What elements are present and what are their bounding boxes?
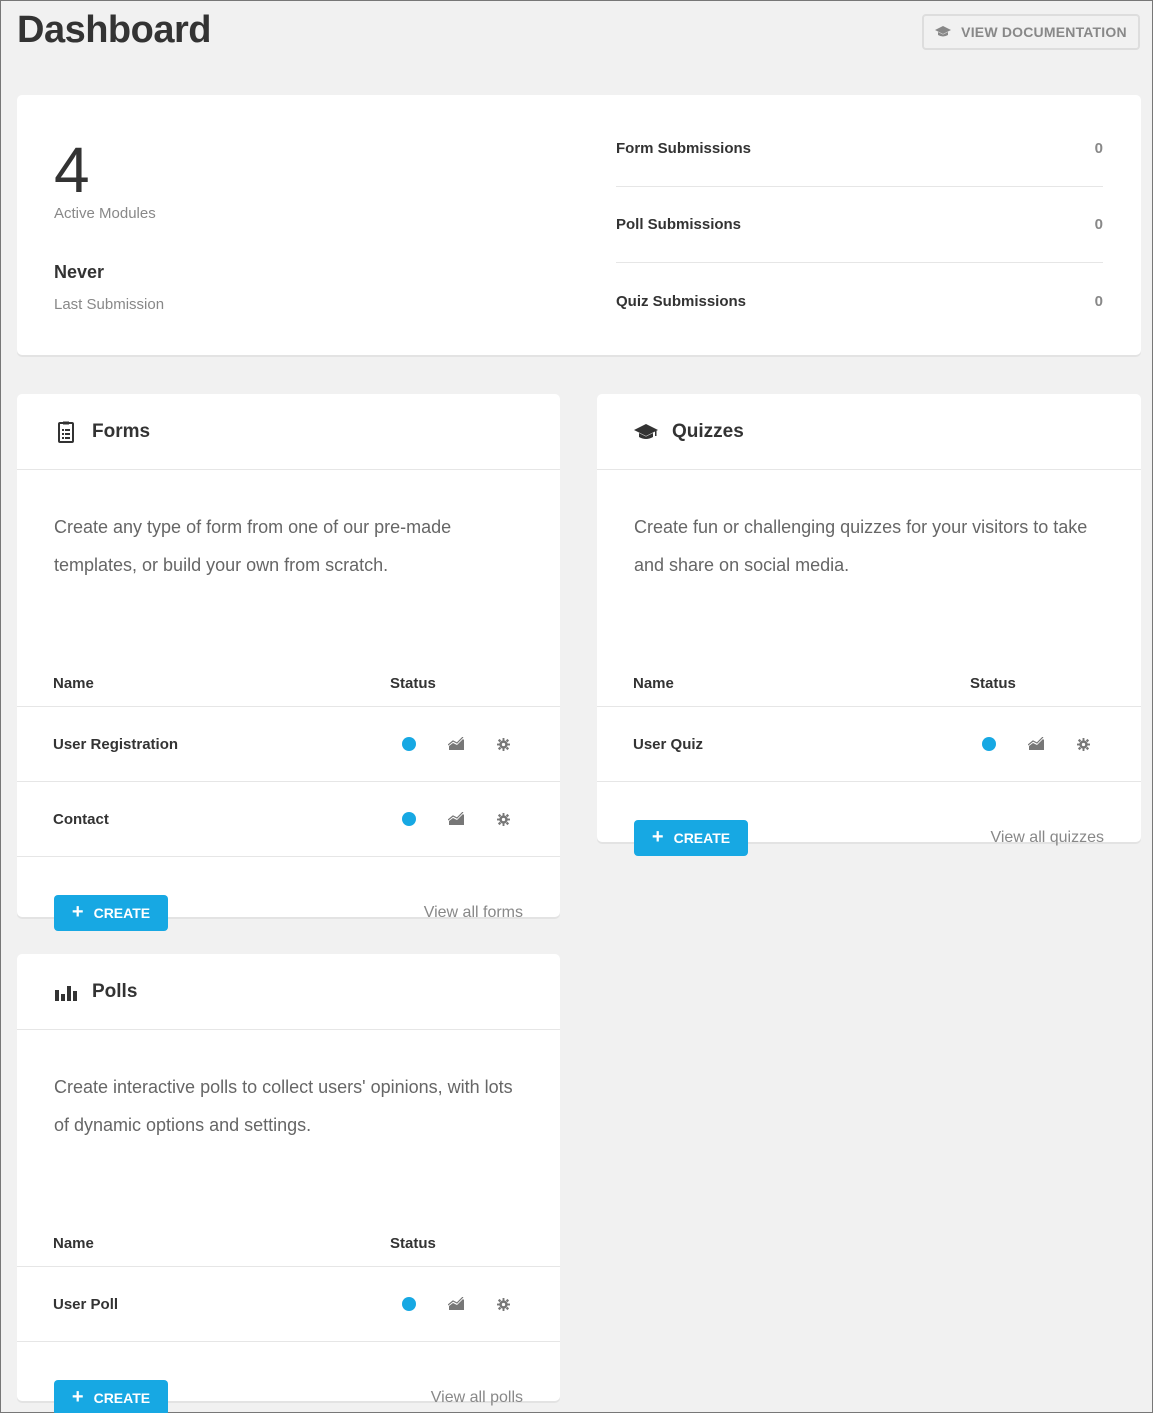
chart-icon[interactable] [448, 1297, 465, 1311]
status-dot-icon[interactable] [402, 737, 416, 751]
stat-label: Quiz Submissions [616, 292, 747, 310]
graduation-cap-icon [634, 423, 658, 439]
table-row: User Poll [17, 1267, 560, 1342]
create-label: CREATE [673, 830, 731, 846]
polls-card: Polls Create interactive polls to collec… [17, 954, 560, 1413]
stat-label: Form Submissions [616, 140, 752, 157]
forms-footer: + CREATE View all forms [17, 857, 560, 969]
create-label: CREATE [93, 905, 151, 921]
create-quiz-button[interactable]: + CREATE [634, 820, 748, 856]
col-status: Status [390, 1235, 436, 1252]
polls-footer: + CREATE View all polls [17, 1342, 560, 1413]
stat-row-quizzes: Quiz Submissions 0 [616, 263, 1103, 339]
col-status: Status [970, 675, 1016, 692]
plus-icon: + [71, 1386, 84, 1408]
row-name: User Quiz [633, 735, 704, 753]
col-status: Status [390, 675, 436, 692]
chart-icon[interactable] [448, 737, 465, 751]
bar-chart-icon [55, 985, 77, 1001]
forms-card: Forms Create any type of form from one o… [17, 394, 560, 931]
forms-title: Forms [92, 420, 151, 442]
gear-icon[interactable] [497, 1297, 510, 1311]
quizzes-footer: + CREATE View all quizzes [597, 782, 1141, 894]
polls-title: Polls [92, 980, 138, 1002]
chart-icon[interactable] [1028, 737, 1045, 751]
active-modules-label: Active Modules [54, 205, 156, 222]
active-modules-count: 4 [54, 134, 90, 206]
last-submission-value: Never [54, 262, 105, 282]
polls-description: Create interactive polls to collect user… [54, 1077, 513, 1135]
view-all-polls-link[interactable]: View all polls [431, 1389, 523, 1407]
stat-label: Poll Submissions [616, 216, 742, 233]
view-documentation-button[interactable]: VIEW DOCUMENTATION [922, 14, 1140, 50]
quizzes-description: Create fun or challenging quizzes for yo… [634, 517, 1088, 575]
quizzes-card: Quizzes Create fun or challenging quizze… [597, 394, 1141, 856]
create-poll-button[interactable]: + CREATE [54, 1380, 168, 1413]
clipboard-icon [58, 421, 74, 443]
status-dot-icon[interactable] [402, 812, 416, 826]
col-name: Name [633, 675, 674, 692]
view-documentation-label: VIEW DOCUMENTATION [961, 24, 1127, 40]
stat-value: 0 [1094, 216, 1103, 233]
status-dot-icon[interactable] [402, 1297, 416, 1311]
gear-icon[interactable] [497, 812, 510, 826]
quizzes-header: Quizzes [597, 394, 1141, 470]
submission-stats: Form Submissions 0 Poll Submissions 0 Qu… [616, 111, 1103, 339]
stat-value: 0 [1094, 140, 1103, 157]
row-name: Contact [53, 810, 109, 828]
plus-icon: + [651, 826, 664, 848]
quizzes-table-header: Name Status [597, 675, 1141, 707]
summary-card: 4 Active Modules Never Last Submission F… [17, 95, 1141, 355]
page-title: Dashboard [17, 9, 211, 51]
view-all-quizzes-link[interactable]: View all quizzes [990, 829, 1104, 847]
row-name: User Poll [53, 1295, 119, 1313]
chart-icon[interactable] [448, 812, 465, 826]
graduation-cap-icon [935, 26, 952, 37]
quizzes-title: Quizzes [672, 420, 744, 442]
polls-table-header: Name Status [17, 1235, 560, 1267]
forms-table-header: Name Status [17, 675, 560, 707]
table-row: User Quiz [597, 707, 1141, 782]
create-form-button[interactable]: + CREATE [54, 895, 168, 931]
view-all-forms-link[interactable]: View all forms [424, 904, 523, 922]
stat-row-forms: Form Submissions 0 [616, 111, 1103, 187]
last-submission-label: Last Submission [54, 296, 165, 313]
row-name: User Registration [53, 735, 179, 753]
table-row: Contact [17, 782, 560, 857]
status-dot-icon[interactable] [982, 737, 996, 751]
col-name: Name [53, 1235, 94, 1252]
create-label: CREATE [93, 1390, 151, 1406]
polls-header: Polls [17, 954, 560, 1030]
gear-icon[interactable] [1077, 737, 1090, 751]
stat-row-polls: Poll Submissions 0 [616, 187, 1103, 263]
forms-header: Forms [17, 394, 560, 470]
stat-value: 0 [1094, 292, 1103, 310]
plus-icon: + [71, 901, 84, 923]
col-name: Name [53, 675, 94, 692]
gear-icon[interactable] [497, 737, 510, 751]
table-row: User Registration [17, 707, 560, 782]
forms-description: Create any type of form from one of our … [54, 517, 452, 575]
